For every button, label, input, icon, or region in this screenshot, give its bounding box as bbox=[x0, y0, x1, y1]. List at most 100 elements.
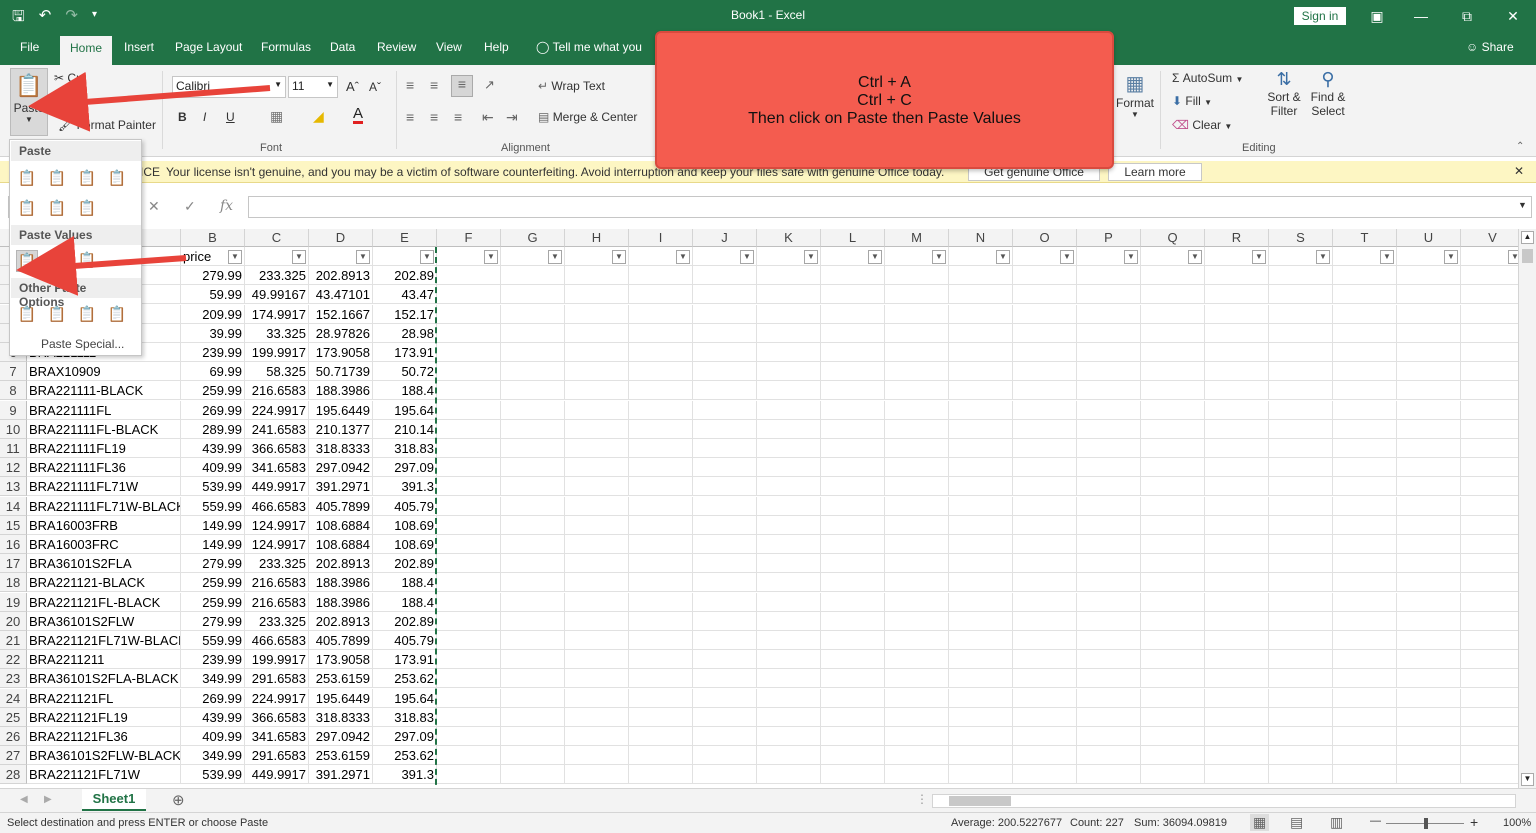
table-cell[interactable] bbox=[1461, 497, 1518, 516]
table-cell[interactable] bbox=[437, 381, 501, 401]
filter-dropdown-icon[interactable]: ▼ bbox=[1508, 250, 1518, 264]
table-cell[interactable] bbox=[821, 535, 885, 554]
table-cell[interactable] bbox=[437, 304, 501, 324]
table-cell[interactable] bbox=[1269, 573, 1333, 593]
table-cell[interactable] bbox=[1141, 669, 1205, 689]
table-cell[interactable] bbox=[1205, 400, 1269, 420]
filter-dropdown-icon[interactable]: ▼ bbox=[1380, 250, 1394, 264]
table-cell[interactable] bbox=[565, 746, 629, 766]
table-cell[interactable] bbox=[1333, 343, 1397, 362]
table-cell[interactable] bbox=[1077, 419, 1141, 439]
table-cell[interactable] bbox=[1077, 496, 1141, 516]
table-cell[interactable] bbox=[1333, 535, 1397, 554]
table-cell[interactable] bbox=[949, 535, 1013, 554]
table-cell[interactable] bbox=[693, 611, 757, 631]
table-cell[interactable] bbox=[437, 707, 501, 727]
table-cell[interactable] bbox=[1397, 611, 1461, 631]
table-cell[interactable] bbox=[821, 515, 885, 535]
tab-page-layout[interactable]: Page Layout bbox=[175, 40, 242, 54]
table-cell[interactable] bbox=[1013, 611, 1077, 631]
table-cell[interactable] bbox=[1461, 324, 1518, 343]
paste-no-borders-icon[interactable]: 📋 bbox=[16, 198, 38, 220]
table-cell[interactable] bbox=[693, 592, 757, 612]
column-header[interactable]: S bbox=[1269, 229, 1333, 247]
table-cell[interactable] bbox=[1461, 593, 1518, 612]
filter-dropdown-icon[interactable]: ▼ bbox=[1060, 250, 1074, 264]
filter-dropdown-icon[interactable]: ▼ bbox=[548, 250, 562, 264]
table-cell[interactable] bbox=[949, 727, 1013, 746]
table-cell[interactable] bbox=[501, 765, 565, 785]
table-cell[interactable] bbox=[437, 669, 501, 689]
insert-function-icon[interactable]: fx bbox=[220, 198, 233, 214]
table-cell[interactable] bbox=[1205, 727, 1269, 746]
table-cell[interactable] bbox=[885, 631, 949, 650]
table-cell[interactable] bbox=[885, 650, 949, 670]
table-cell[interactable] bbox=[1269, 746, 1333, 766]
table-cell[interactable] bbox=[1205, 535, 1269, 554]
underline-button[interactable]: U bbox=[226, 110, 235, 124]
column-header[interactable]: H bbox=[565, 229, 629, 247]
paste-keep-column-widths-icon[interactable]: 📋 bbox=[46, 198, 68, 220]
table-cell[interactable] bbox=[885, 439, 949, 458]
table-cell[interactable] bbox=[1397, 496, 1461, 516]
table-cell[interactable] bbox=[501, 592, 565, 612]
table-cell[interactable] bbox=[1205, 419, 1269, 439]
table-cell[interactable] bbox=[629, 266, 693, 286]
table-cell[interactable] bbox=[693, 727, 757, 746]
table-cell[interactable] bbox=[757, 477, 821, 497]
table-cell[interactable] bbox=[565, 458, 629, 478]
table-cell[interactable] bbox=[1205, 323, 1269, 343]
filter-dropdown-icon[interactable]: ▼ bbox=[676, 250, 690, 264]
table-cell[interactable] bbox=[629, 707, 693, 727]
table-cell[interactable] bbox=[565, 765, 629, 785]
table-cell[interactable] bbox=[1333, 285, 1397, 305]
table-cell[interactable] bbox=[1141, 631, 1205, 650]
table-cell[interactable] bbox=[437, 439, 501, 458]
table-cell[interactable] bbox=[565, 266, 629, 286]
table-cell[interactable] bbox=[1077, 266, 1141, 286]
table-cell[interactable] bbox=[501, 746, 565, 766]
tab-file[interactable]: File bbox=[20, 40, 39, 54]
table-cell[interactable] bbox=[757, 362, 821, 382]
scroll-thumb[interactable] bbox=[1522, 249, 1533, 263]
table-cell[interactable] bbox=[1013, 419, 1077, 439]
table-cell[interactable] bbox=[885, 304, 949, 324]
page-break-view-icon[interactable]: ▥ bbox=[1330, 814, 1343, 831]
table-cell[interactable] bbox=[1461, 727, 1518, 746]
table-cell[interactable] bbox=[1333, 458, 1397, 478]
table-cell[interactable] bbox=[629, 323, 693, 343]
filter-dropdown-icon[interactable]: ▼ bbox=[612, 250, 626, 264]
table-cell[interactable] bbox=[1461, 362, 1518, 382]
table-cell[interactable] bbox=[821, 323, 885, 343]
table-cell[interactable] bbox=[565, 573, 629, 593]
table-cell[interactable] bbox=[885, 554, 949, 574]
zoom-slider[interactable] bbox=[1386, 818, 1464, 829]
table-cell[interactable] bbox=[949, 592, 1013, 612]
table-cell[interactable] bbox=[1333, 573, 1397, 593]
table-cell[interactable] bbox=[437, 285, 501, 305]
table-cell[interactable] bbox=[1013, 304, 1077, 324]
table-cell[interactable] bbox=[565, 439, 629, 458]
table-cell[interactable] bbox=[1013, 573, 1077, 593]
sort-filter-button[interactable]: ⇅ Sort & Filter bbox=[1264, 69, 1304, 118]
table-cell[interactable] bbox=[821, 727, 885, 746]
table-cell[interactable] bbox=[949, 573, 1013, 593]
autosum-button[interactable]: Σ AutoSum ▼ bbox=[1172, 71, 1243, 85]
table-cell[interactable] bbox=[437, 477, 501, 497]
table-cell[interactable] bbox=[1269, 439, 1333, 458]
table-cell[interactable] bbox=[565, 515, 629, 535]
zoom-slider-thumb[interactable] bbox=[1424, 818, 1428, 829]
table-cell[interactable] bbox=[757, 727, 821, 746]
table-cell[interactable] bbox=[1461, 765, 1518, 785]
table-cell[interactable] bbox=[757, 765, 821, 785]
table-cell[interactable] bbox=[821, 592, 885, 612]
table-cell[interactable] bbox=[1269, 515, 1333, 535]
table-cell[interactable] bbox=[885, 343, 949, 362]
table-cell[interactable] bbox=[1333, 304, 1397, 324]
table-cell[interactable] bbox=[757, 573, 821, 593]
table-cell[interactable] bbox=[693, 515, 757, 535]
table-cell[interactable] bbox=[629, 650, 693, 670]
table-cell[interactable] bbox=[821, 496, 885, 516]
table-cell[interactable] bbox=[693, 746, 757, 766]
close-icon[interactable]: ✕ bbox=[1498, 4, 1528, 28]
